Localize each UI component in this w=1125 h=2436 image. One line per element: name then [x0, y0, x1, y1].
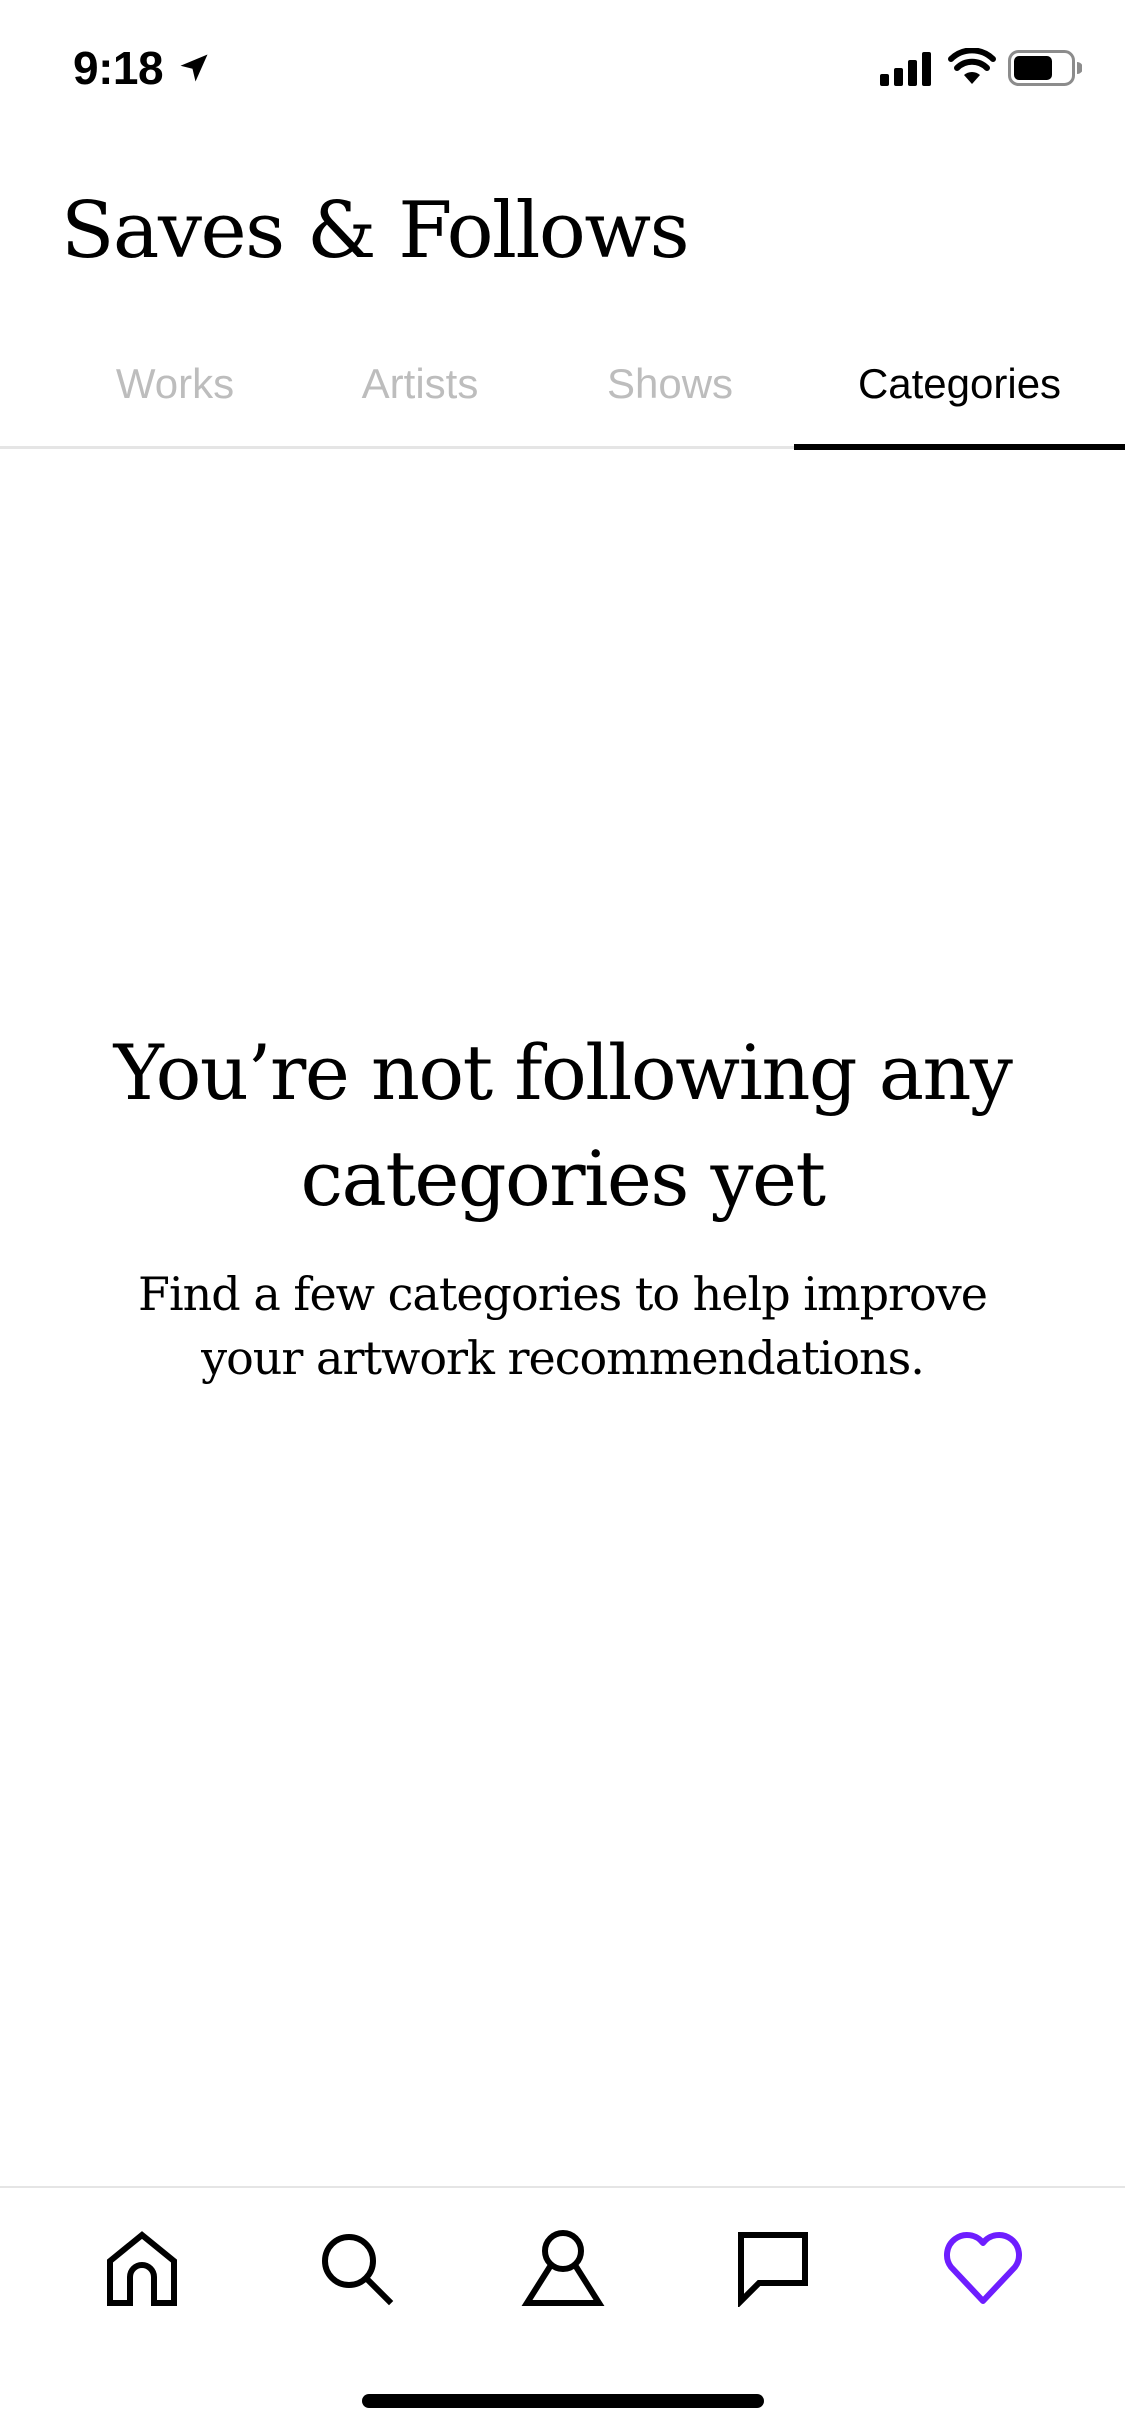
battery-icon: [1008, 50, 1082, 86]
home-icon: [107, 2231, 177, 2306]
nav-profile-button[interactable]: [518, 2222, 608, 2312]
tab-artists[interactable]: Artists: [330, 320, 510, 448]
nav-saves-button[interactable]: [938, 2222, 1028, 2312]
empty-state-subtext: Find a few categories to help improve yo…: [138, 1267, 988, 1385]
inbox-icon: [738, 2232, 808, 2307]
empty-state: You’re not following any categories yet …: [0, 1020, 1125, 1390]
tab-works[interactable]: Works: [80, 320, 270, 448]
wifi-icon: [948, 48, 996, 84]
bottom-nav-divider: [0, 2186, 1125, 2188]
active-tab-indicator: [794, 444, 1125, 450]
tab-bar: Works Artists Shows Categories: [0, 320, 1125, 450]
cellular-signal-icon: [880, 52, 931, 86]
nav-search-button[interactable]: [310, 2222, 400, 2312]
nav-inbox-button[interactable]: [728, 2222, 818, 2312]
heart-icon: [944, 2232, 1022, 2304]
nav-home-button[interactable]: [97, 2222, 187, 2312]
tab-categories[interactable]: Categories: [794, 320, 1125, 448]
home-indicator: [362, 2394, 764, 2408]
profile-icon: [521, 2230, 605, 2306]
page-title: Saves & Follows: [61, 186, 690, 276]
search-icon: [322, 2234, 394, 2306]
empty-state-heading: You’re not following any categories yet: [113, 1028, 1013, 1223]
location-arrow-icon: [180, 54, 208, 82]
status-bar: 9:18: [0, 0, 1125, 140]
tab-shows[interactable]: Shows: [580, 320, 760, 448]
status-time: 9:18: [73, 42, 164, 94]
